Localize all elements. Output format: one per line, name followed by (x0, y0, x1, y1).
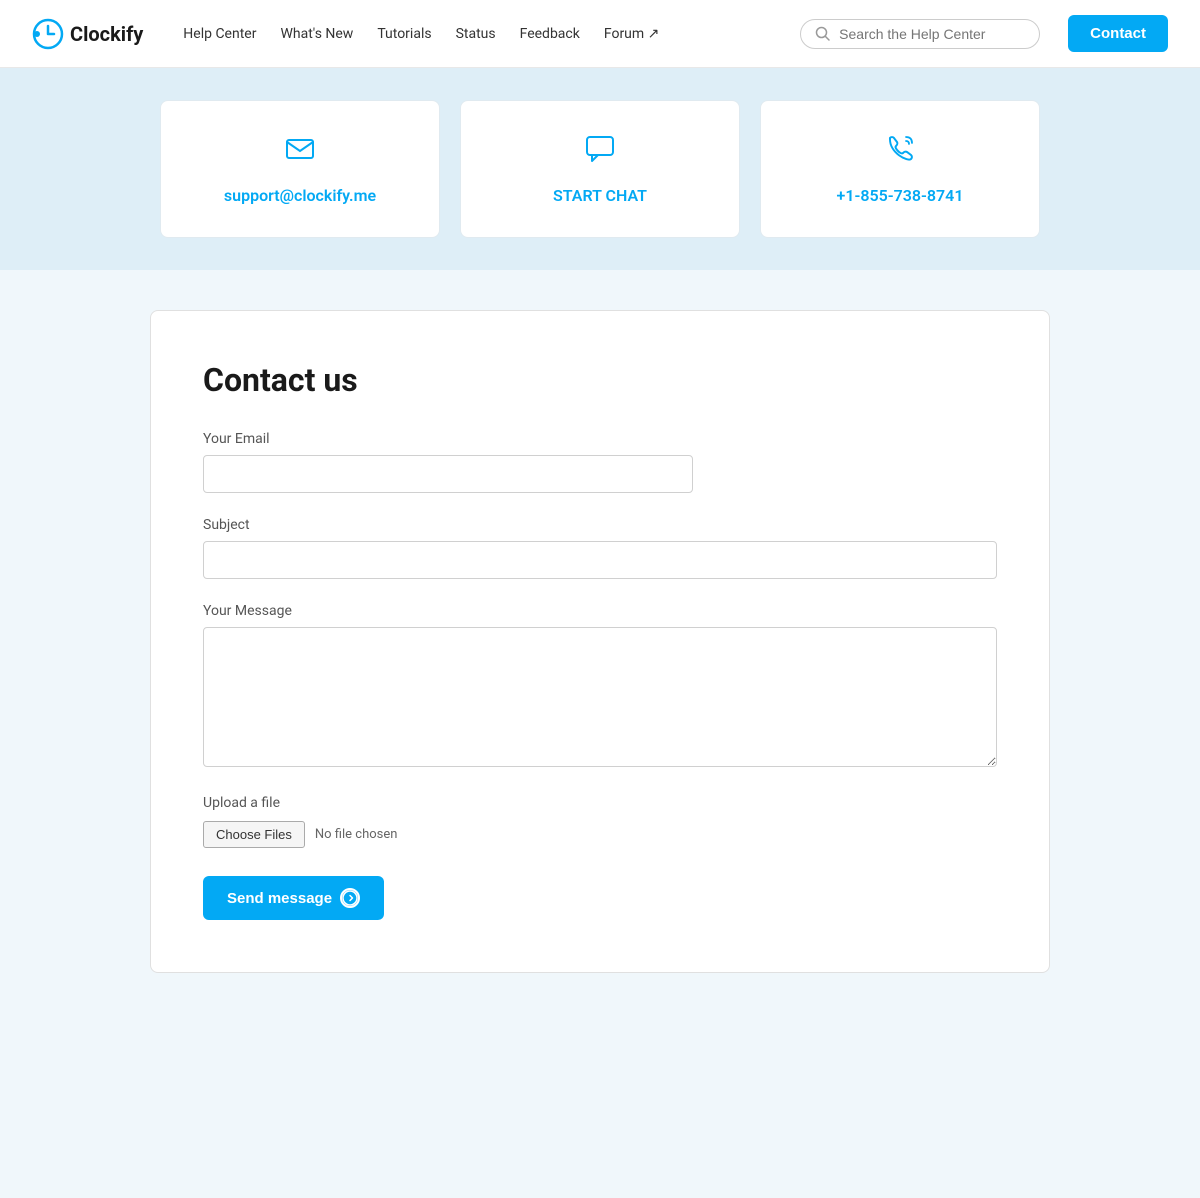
search-input[interactable] (839, 26, 1025, 42)
message-textarea[interactable] (203, 627, 997, 767)
form-title: Contact us (203, 361, 997, 399)
email-card[interactable]: support@clockify.me (160, 100, 440, 238)
chat-label: START CHAT (553, 186, 647, 205)
phone-icon (884, 133, 916, 172)
choose-files-button[interactable]: Choose Files (203, 821, 305, 848)
chat-icon (584, 133, 616, 172)
email-label: support@clockify.me (224, 186, 376, 205)
navbar: Clockify Help Center What's New Tutorial… (0, 0, 1200, 68)
email-label: Your Email (203, 431, 997, 447)
subject-group: Subject (203, 517, 997, 579)
logo[interactable]: Clockify (32, 18, 143, 50)
nav-links: Help Center What's New Tutorials Status … (183, 26, 772, 42)
nav-status[interactable]: Status (456, 26, 496, 42)
email-group: Your Email (203, 431, 997, 493)
contact-form-card: Contact us Your Email Subject Your Messa… (150, 310, 1050, 973)
nav-help-center[interactable]: Help Center (183, 26, 256, 42)
upload-section: Upload a file Choose Files No file chose… (203, 795, 997, 848)
nav-tutorials[interactable]: Tutorials (377, 26, 431, 42)
phone-label: +1-855-738-8741 (837, 186, 964, 205)
subject-input[interactable] (203, 541, 997, 579)
email-icon (284, 133, 316, 172)
form-section: Contact us Your Email Subject Your Messa… (0, 270, 1200, 1033)
contact-button[interactable]: Contact (1068, 15, 1168, 52)
message-label: Your Message (203, 603, 997, 619)
message-group: Your Message (203, 603, 997, 771)
send-button-icon (340, 888, 360, 908)
no-file-text: No file chosen (315, 827, 398, 842)
send-message-button[interactable]: Send message (203, 876, 384, 920)
upload-label: Upload a file (203, 795, 997, 811)
clockify-logo-icon (32, 18, 64, 50)
search-box (800, 19, 1040, 49)
phone-card[interactable]: +1-855-738-8741 (760, 100, 1040, 238)
nav-feedback[interactable]: Feedback (520, 26, 580, 42)
file-input-row: Choose Files No file chosen (203, 821, 997, 848)
subject-label: Subject (203, 517, 997, 533)
logo-text: Clockify (70, 22, 143, 46)
nav-whats-new[interactable]: What's New (280, 26, 353, 42)
search-icon (815, 26, 831, 42)
chat-card[interactable]: START CHAT (460, 100, 740, 238)
email-input[interactable] (203, 455, 693, 493)
send-button-label: Send message (227, 890, 332, 907)
nav-forum[interactable]: Forum ↗ (604, 26, 660, 42)
contact-cards-section: support@clockify.me START CHAT +1-855-73… (0, 68, 1200, 270)
